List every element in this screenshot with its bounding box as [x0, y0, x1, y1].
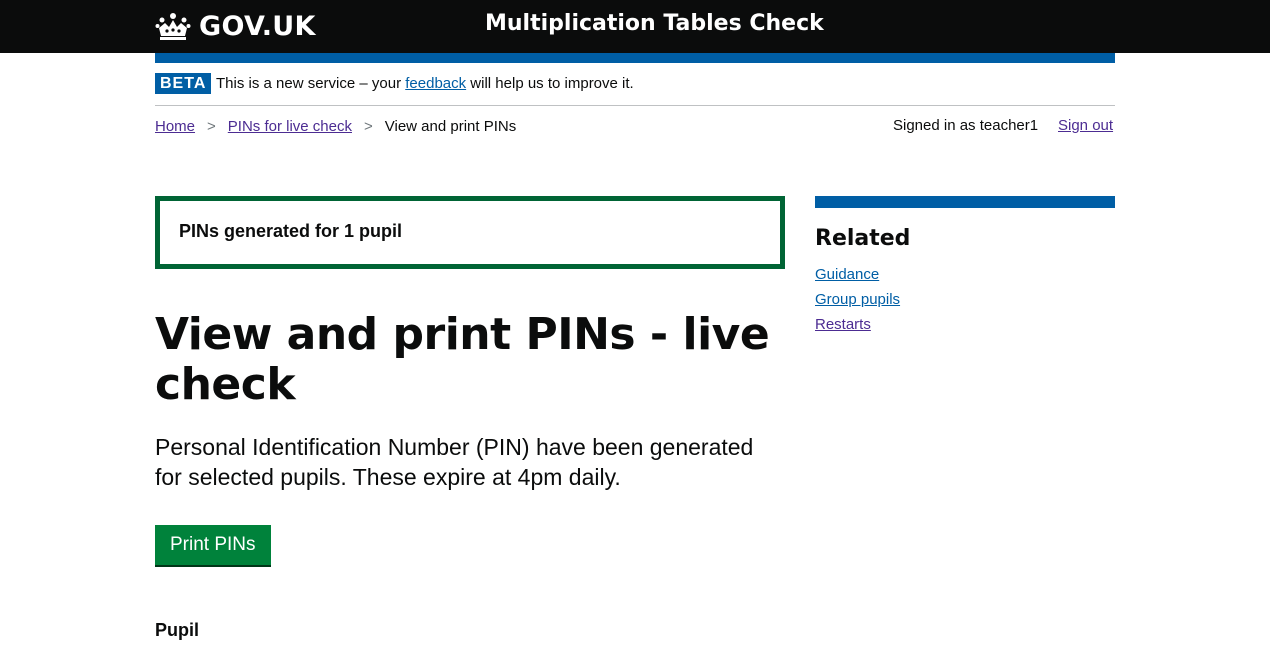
breadcrumb-separator: > [364, 118, 373, 135]
related-title: Related [815, 226, 911, 251]
print-pins-button[interactable]: Print PINs [155, 525, 271, 565]
page-title: View and print PINs - live check [155, 309, 770, 410]
logo-text: GOV.UK [199, 10, 316, 42]
crown-icon [155, 13, 191, 40]
breadcrumb: Home > PINs for live check > View and pr… [155, 118, 516, 135]
breadcrumb-current: View and print PINs [384, 118, 517, 135]
header-blue-bar [155, 53, 1115, 63]
global-header: GOV.UK Multiplication Tables Check [0, 0, 1270, 53]
breadcrumb-separator: > [207, 118, 216, 135]
pupil-column-heading: Pupil [155, 620, 199, 640]
restarts-link[interactable]: Restarts [815, 316, 871, 333]
notification-text: PINs generated for 1 pupil [179, 221, 403, 241]
govuk-logo-link[interactable]: GOV.UK [155, 9, 316, 43]
phase-banner-text: This is a new service – your feedback wi… [216, 75, 634, 92]
lede-text: Personal Identification Number (PIN) hav… [155, 434, 754, 490]
sign-out-link[interactable]: Sign out [1058, 117, 1113, 134]
phase-text-after: will help us to improve it. [466, 75, 634, 92]
phase-tag: BETA [155, 73, 212, 94]
list-item: Group pupils [815, 287, 1115, 312]
list-item: Guidance [815, 262, 1115, 287]
service-name-link[interactable]: Multiplication Tables Check [485, 11, 824, 36]
group-pupils-link[interactable]: Group pupils [815, 291, 900, 308]
feedback-link[interactable]: feedback [405, 75, 466, 92]
breadcrumb-home[interactable]: Home [155, 118, 195, 135]
signed-in-text: Signed in as teacher1 [893, 117, 1039, 134]
related-sidebar: Related Guidance Group pupils Restarts [815, 196, 1115, 337]
phase-banner: BETA This is a new service – your feedba… [155, 63, 1115, 106]
related-links: Guidance Group pupils Restarts [815, 262, 1115, 337]
breadcrumb-pins-live-check[interactable]: PINs for live check [228, 118, 352, 135]
guidance-link[interactable]: Guidance [815, 266, 879, 283]
phase-text-before: This is a new service – your [216, 75, 406, 92]
list-item: Restarts [815, 312, 1115, 337]
success-notification: PINs generated for 1 pupil [155, 196, 785, 269]
